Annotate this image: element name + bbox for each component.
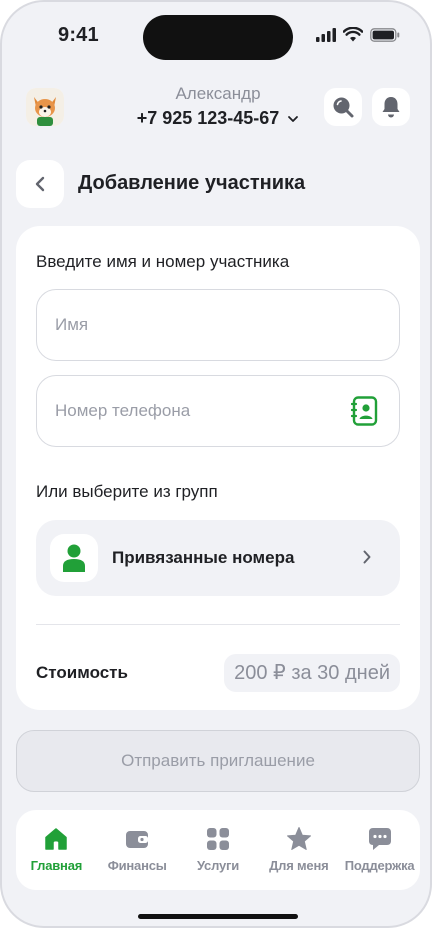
services-grid-icon [206, 828, 229, 850]
bottom-tab-bar: Главная Финансы Услуги Для меня Поддержк… [16, 810, 420, 890]
profile-header: Александр +7 925 123-45-67 [2, 80, 430, 136]
tab-services[interactable]: Услуги [178, 810, 259, 890]
dynamic-island [143, 15, 293, 60]
phone-screen: 9:41 Александр +7 925 123-45-67 Добавлен… [0, 0, 432, 928]
name-input[interactable] [55, 290, 345, 360]
person-icon [63, 544, 85, 572]
tab-home[interactable]: Главная [16, 810, 97, 890]
chevron-down-icon [288, 116, 299, 123]
home-icon [45, 828, 68, 850]
tab-label: Главная [30, 858, 83, 873]
name-field[interactable] [36, 289, 400, 361]
bell-icon [382, 97, 400, 118]
status-bar: 9:41 [2, 2, 430, 72]
cost-value: 200 ₽ за 30 дней [224, 654, 400, 692]
add-member-card: Введите имя и номер участника Или выбери… [16, 226, 420, 710]
notifications-button[interactable] [372, 88, 410, 126]
search-icon [333, 97, 354, 118]
signal-icon [316, 27, 336, 42]
tab-support[interactable]: Поддержка [339, 810, 420, 890]
tab-label: Услуги [196, 858, 239, 873]
tab-finance[interactable]: Финансы [97, 810, 178, 890]
chevron-right-icon [363, 550, 371, 564]
chevron-left-icon [35, 176, 45, 192]
wallet-icon [126, 831, 149, 848]
page-title: Добавление участника [78, 172, 306, 194]
chat-icon [368, 828, 391, 850]
groups-label: Или выберите из групп [36, 482, 218, 501]
status-time: 9:41 [58, 24, 99, 46]
search-button[interactable] [324, 88, 362, 126]
linked-numbers-item[interactable]: Привязанные номера [36, 520, 400, 596]
tab-label: Поддержка [344, 858, 415, 873]
account-switcher[interactable]: +7 925 123-45-67 [2, 108, 430, 129]
status-icons [316, 27, 400, 42]
group-icon-tile [50, 534, 98, 582]
instruction-label: Введите имя и номер участника [36, 252, 290, 271]
phone-field[interactable] [36, 375, 400, 447]
user-name: Александр [175, 84, 261, 103]
home-indicator[interactable] [138, 914, 298, 919]
phone-input[interactable] [55, 376, 345, 446]
back-button[interactable] [16, 160, 64, 208]
star-icon [286, 827, 311, 850]
tab-for-me[interactable]: Для меня [258, 810, 339, 890]
linked-numbers-label: Привязанные номера [112, 548, 295, 567]
divider [36, 624, 400, 625]
cost-label: Стоимость [36, 663, 128, 682]
send-invitation-button[interactable]: Отправить приглашение [16, 730, 420, 792]
wifi-icon [343, 27, 363, 42]
page-header: Добавление участника [16, 160, 420, 208]
user-phone-number: +7 925 123-45-67 [136, 108, 280, 128]
battery-icon [370, 27, 400, 42]
contact-book-icon[interactable] [351, 396, 379, 426]
tab-label: Для меня [269, 858, 329, 873]
tab-label: Финансы [107, 858, 167, 873]
